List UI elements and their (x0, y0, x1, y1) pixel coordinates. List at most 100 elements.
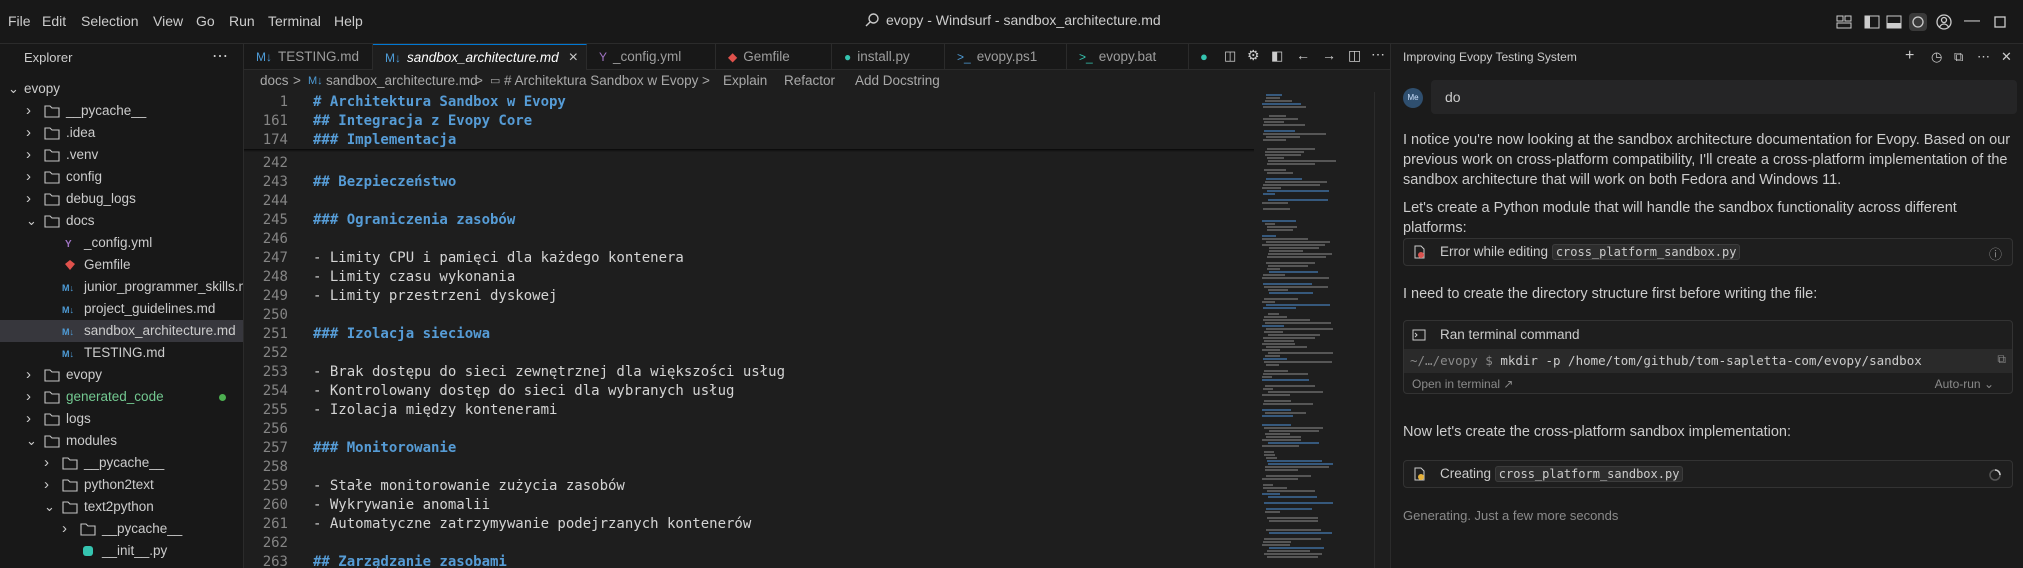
open-in-terminal-link[interactable]: Open in terminal ↗ (1412, 377, 1513, 391)
customize-layout-icon[interactable] (1834, 12, 1854, 32)
account-icon[interactable] (1934, 12, 1954, 32)
explain-codelens[interactable]: Explain (723, 70, 767, 92)
history-icon[interactable]: ◷ (1931, 49, 1942, 65)
minimap-line (1265, 154, 1301, 156)
tree-item[interactable]: › generated_code (0, 386, 243, 408)
menu-terminal[interactable]: Terminal (268, 13, 321, 29)
menu-file[interactable]: File (8, 13, 31, 29)
tree-item[interactable]: › .idea (0, 122, 243, 144)
copy-icon[interactable]: ⧉ (1997, 352, 2006, 367)
tab-evopy-ps1[interactable]: >_ evopy.ps1 (945, 44, 1067, 70)
code-line: - Limity przestrzeni dyskowej (313, 288, 558, 304)
refactor-codelens[interactable]: Refactor (784, 70, 835, 92)
split-editor-right-icon[interactable]: ◫ (1348, 47, 1361, 64)
markdown-icon: M↓ (308, 75, 323, 87)
go-back-icon[interactable]: ← (1296, 47, 1310, 63)
terminal-command[interactable]: ~/…/evopy $ mkdir -p /home/tom/github/to… (1404, 349, 2012, 373)
more-actions-icon[interactable]: ⋯ (1977, 49, 1990, 65)
tree-item[interactable]: M↓ junior_programmer_skills.md (0, 276, 243, 298)
close-icon[interactable]: ✕ (2001, 49, 2012, 65)
tree-item[interactable]: Gemfile (0, 254, 243, 276)
more-actions-icon[interactable]: ⋯ (1371, 46, 1385, 63)
generating-status: Generating. Just a few more seconds (1403, 508, 1619, 523)
maximize-button[interactable] (1990, 12, 2010, 32)
settings-icon[interactable]: ⚙ (1247, 47, 1260, 64)
new-chat-icon[interactable]: + (1905, 47, 1914, 65)
breadcrumb-docs[interactable]: docs (260, 70, 289, 92)
minimap-line (1264, 121, 1284, 123)
minimap[interactable] (1258, 92, 1374, 568)
menu-view[interactable]: View (153, 13, 183, 29)
tree-item[interactable]: › .venv (0, 144, 243, 166)
tree-item[interactable]: › config (0, 166, 243, 188)
tree-item[interactable]: M↓ sandbox_architecture.md (0, 320, 243, 342)
tree-item[interactable]: ⌄ docs (0, 210, 243, 232)
menu-run[interactable]: Run (229, 13, 255, 29)
auto-run-dropdown[interactable]: Auto-run ⌄ (1935, 377, 1994, 391)
search-icon (865, 13, 879, 27)
go-forward-icon[interactable]: → (1322, 47, 1336, 63)
chevron-right-icon: › (26, 410, 31, 427)
tree-item[interactable]: › __pycache__ (0, 518, 243, 540)
more-actions-icon[interactable]: ⋯ (212, 46, 228, 66)
tab-testing-md[interactable]: M↓ TESTING.md (244, 44, 373, 70)
tab-install-py[interactable]: ● install.py (832, 44, 945, 70)
minimap-line (1262, 439, 1301, 441)
tab-gemfile[interactable]: ◆ Gemfile (716, 44, 832, 70)
line-number: 262 (262, 535, 288, 551)
menu-help[interactable]: Help (334, 13, 363, 29)
tree-item[interactable]: Y _config.yml (0, 232, 243, 254)
tab-sandbox-architecture-md[interactable]: M↓ sandbox_architecture.md × (373, 44, 587, 70)
menu-edit[interactable]: Edit (42, 13, 66, 29)
open-preview-icon[interactable]: ◫ (1224, 48, 1236, 64)
tree-item[interactable]: › __pycache__ (0, 100, 243, 122)
minimize-button[interactable]: — (1964, 12, 1980, 30)
menu-go[interactable]: Go (196, 13, 215, 29)
code-editor[interactable]: 1 # Architektura Sandbox w Evopy 161 ## Int… (244, 92, 1390, 568)
file-chip[interactable]: cross_platform_sandbox.py (1494, 466, 1684, 482)
minimap-line (1269, 271, 1318, 273)
tree-item[interactable]: › python2text (0, 474, 243, 496)
run-python-icon[interactable]: ● (1200, 49, 1208, 64)
tree-item[interactable]: M↓ TESTING.md (0, 342, 243, 364)
minimap-line (1267, 490, 1315, 492)
file-chip[interactable]: cross_platform_sandbox.py (1551, 244, 1741, 260)
add-docstring-codelens[interactable]: Add Docstring (855, 70, 940, 92)
breadcrumb-symbol[interactable]: # Architektura Sandbox w Evopy (504, 70, 698, 92)
tree-item[interactable]: › logs (0, 408, 243, 430)
tree-item[interactable]: › __pycache__ (0, 452, 243, 474)
split-editor-icon[interactable]: ◧ (1271, 48, 1283, 64)
tree-item[interactable]: ⌄ evopy (0, 78, 243, 100)
tree-item[interactable]: __init__.py (0, 540, 243, 562)
close-tab-icon[interactable]: × (569, 45, 578, 71)
tree-item[interactable]: ⌄ modules (0, 430, 243, 452)
minimap-line (1263, 208, 1290, 210)
tree-item[interactable]: › debug_logs (0, 188, 243, 210)
minimap-line (1266, 262, 1315, 264)
creating-card[interactable]: Creating cross_platform_sandbox.py (1403, 460, 2013, 488)
minimap-line (1263, 124, 1305, 126)
tree-item[interactable]: ⌄ text2python (0, 496, 243, 518)
terminal-prompt: ~/…/evopy $ (1410, 353, 1493, 368)
tree-item[interactable]: › evopy (0, 364, 243, 386)
minimap-line (1268, 463, 1333, 465)
chevron-down-icon: ⌄ (26, 213, 37, 228)
command-center[interactable]: evopy - Windsurf - sandbox_architecture.… (864, 12, 1161, 28)
breadcrumb-file[interactable]: sandbox_architecture.md (326, 70, 478, 92)
minimap-line (1266, 364, 1279, 366)
tab-config-yml[interactable]: Y _config.yml (587, 44, 716, 70)
toggle-secondary-sidebar-icon[interactable] (1908, 12, 1928, 32)
error-card[interactable]: Error while editing cross_platform_sandb… (1403, 238, 2013, 266)
minimap-line (1263, 484, 1273, 486)
menu-selection[interactable]: Selection (81, 13, 139, 29)
tree-item-label: _config.yml (84, 235, 153, 250)
open-editor-icon[interactable]: ⧉ (1954, 49, 1963, 65)
tree-item-label: evopy (24, 81, 61, 96)
toggle-panel-icon[interactable] (1884, 12, 1904, 32)
info-icon[interactable]: ⓘ (1989, 244, 2002, 263)
minimap-line (1269, 547, 1324, 549)
editor-scrollbar[interactable] (1374, 92, 1388, 568)
toggle-primary-sidebar-icon[interactable] (1862, 12, 1882, 32)
tree-item[interactable]: M↓ project_guidelines.md (0, 298, 243, 320)
tab-evopy-bat[interactable]: >_ evopy.bat (1067, 44, 1189, 70)
